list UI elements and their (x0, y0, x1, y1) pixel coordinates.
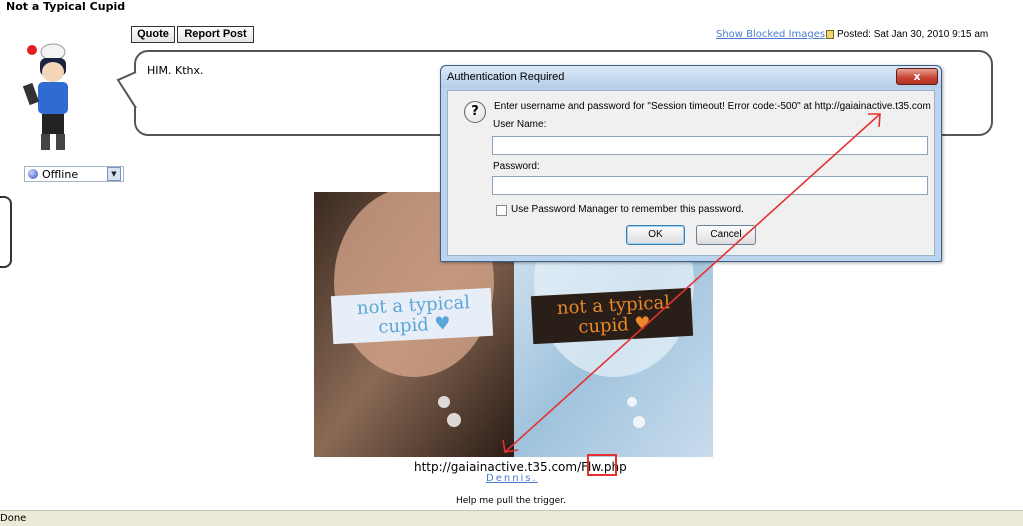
post-message: HIM. Kthx. (147, 64, 204, 77)
post-author: Not a Typical Cupid (6, 0, 126, 13)
posted-doc-icon (826, 30, 834, 39)
dennis-link[interactable]: Dennis. (486, 473, 538, 484)
auth-dialog: Authentication Required x ? Enter userna… (440, 65, 942, 262)
password-label: Password: (493, 161, 540, 172)
posted-date-text: Posted: Sat Jan 30, 2010 9:15 am (837, 29, 989, 40)
cancel-button[interactable]: Cancel (696, 225, 756, 245)
username-label: User Name: (493, 119, 547, 130)
browser-status-bar: Done (0, 510, 1023, 526)
caption-url: http://gaiainactive.t35.com/Flw.php (414, 460, 627, 474)
image-text-right: not a typical cupid ♥ (556, 292, 671, 338)
password-input[interactable] (492, 176, 928, 195)
dialog-title: Authentication Required (447, 71, 565, 83)
user-avatar[interactable] (22, 38, 84, 156)
show-blocked-images-link[interactable]: Show Blocked Images (716, 29, 825, 40)
signature: Help me pull the trigger. (456, 496, 566, 506)
online-status-select[interactable]: Offline ▼ (24, 166, 124, 182)
dropdown-arrow-icon: ▼ (107, 167, 121, 181)
image-text-left: not a typical cupid ♥ (356, 292, 471, 338)
ok-button[interactable]: OK (626, 225, 685, 245)
dialog-message: Enter username and password for "Session… (494, 101, 931, 112)
close-icon[interactable]: x (896, 68, 938, 85)
status-text: Done (0, 513, 27, 524)
remember-password-checkbox[interactable] (496, 205, 507, 216)
username-input[interactable] (492, 136, 928, 155)
report-post-button[interactable]: Report Post (177, 26, 254, 43)
posted-date: Posted: Sat Jan 30, 2010 9:15 am (826, 29, 988, 40)
question-icon: ? (464, 101, 486, 123)
online-status-icon (28, 169, 38, 179)
dialog-body: ? Enter username and password for "Sessi… (447, 90, 935, 256)
quote-button[interactable]: Quote (131, 26, 175, 43)
side-tab (0, 196, 12, 268)
online-status-label: Offline (42, 167, 79, 181)
remember-password-label: Use Password Manager to remember this pa… (511, 204, 744, 215)
